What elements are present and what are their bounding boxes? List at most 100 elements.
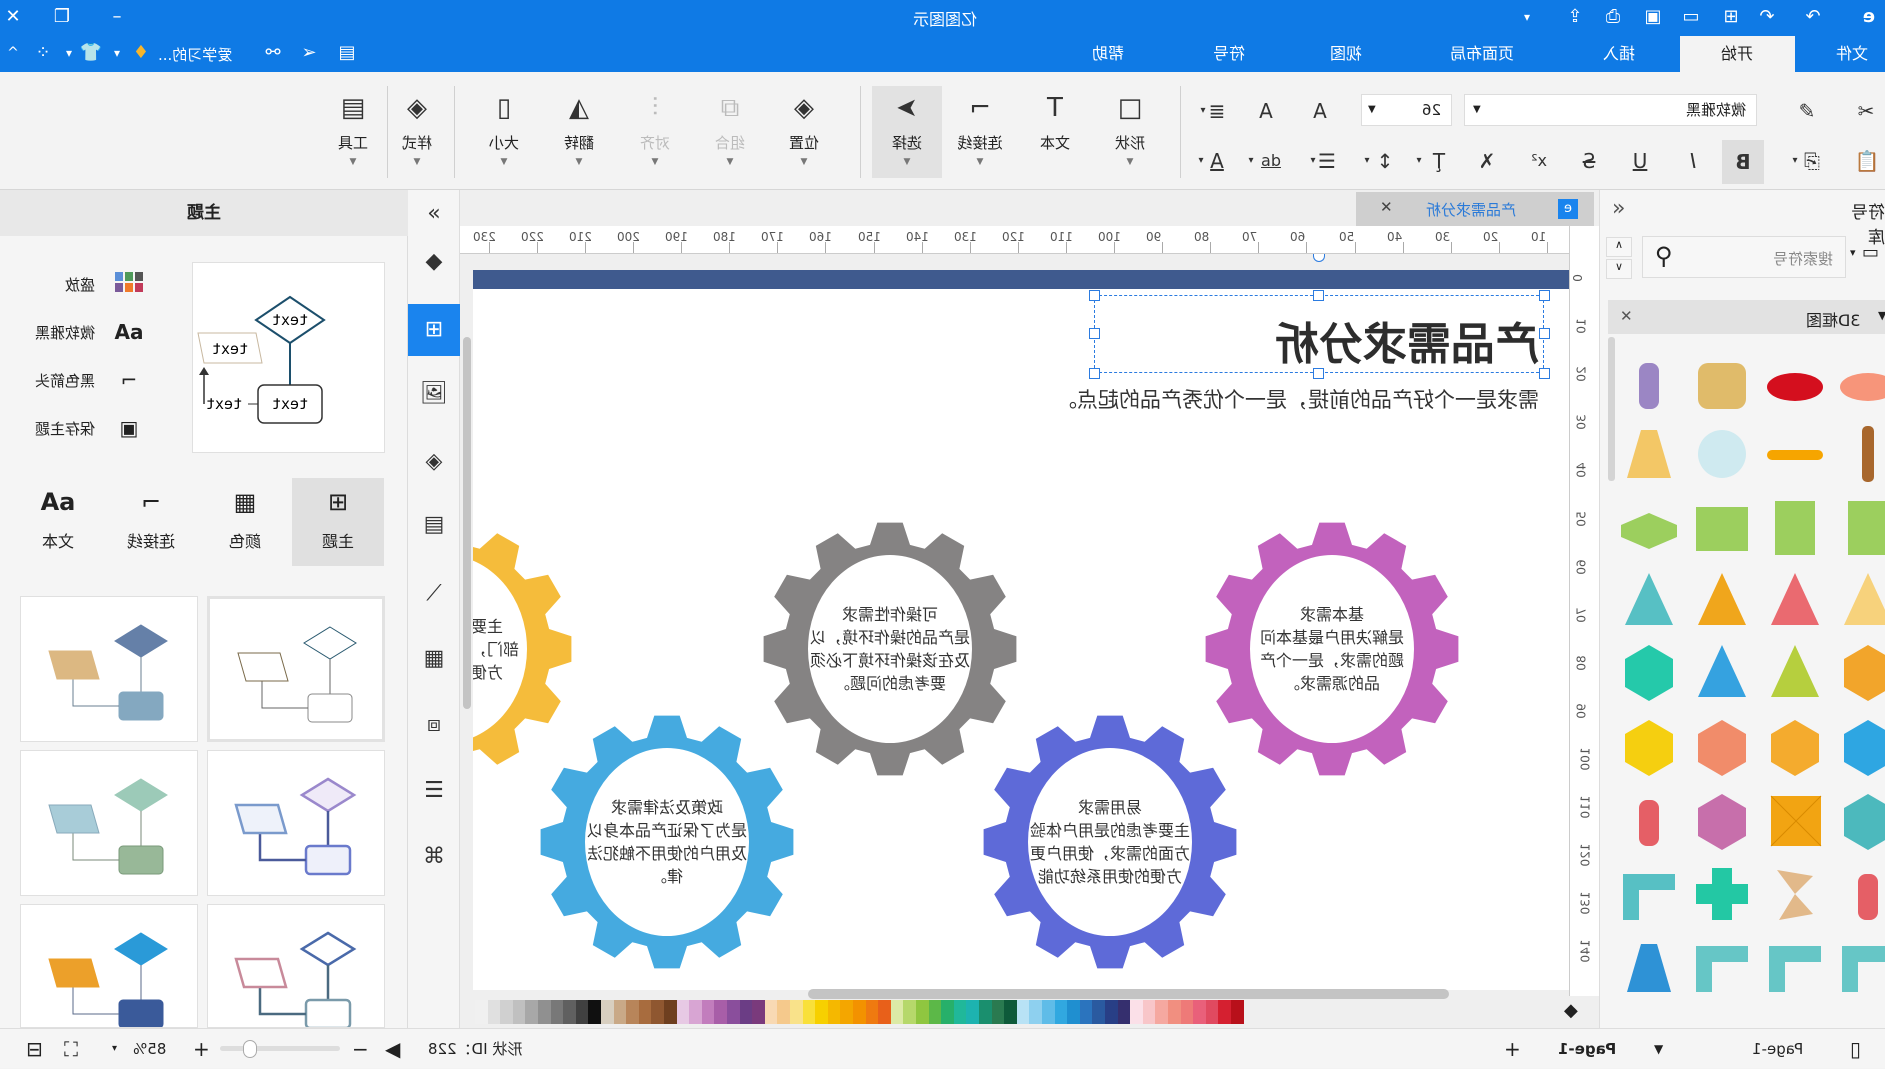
color-grid-icon[interactable] [112, 272, 146, 299]
shape-pyramid[interactable] [1619, 569, 1679, 633]
layers-icon[interactable]: ◈ [408, 438, 460, 486]
color-swatch[interactable] [1130, 1000, 1143, 1024]
underline-button[interactable]: U [1625, 146, 1655, 176]
share-icon[interactable]: ⚯ [260, 40, 286, 66]
color-swatch[interactable] [1155, 1000, 1168, 1024]
connector-button[interactable]: ⌐ 连接线 ▼ [949, 86, 1011, 178]
minimize-icon[interactable]: – [104, 4, 130, 30]
color-swatch[interactable] [475, 1000, 488, 1024]
shape-button[interactable]: □ 形状 ▼ [1099, 86, 1161, 178]
color-swatch[interactable] [777, 1000, 790, 1024]
close-tab-icon[interactable]: ✕ [1380, 198, 1393, 216]
decrease-font-icon[interactable]: A [1251, 96, 1281, 126]
tool-button[interactable]: ▤ 工具 ▼ [322, 86, 384, 178]
shape-L[interactable] [1838, 936, 1885, 1000]
italic-button[interactable]: I [1678, 146, 1708, 176]
fill-bucket-icon[interactable]: ◆ [1564, 1000, 1578, 1021]
page-dropdown-icon[interactable]: ▼ [1654, 1029, 1663, 1069]
gear-shape-policy[interactable]: 政策及法律需求 是为了保证产品本身以 及用户的使用不触犯法 律。 [537, 712, 797, 972]
image-icon[interactable]: 🖼 [408, 370, 460, 418]
shape-L[interactable] [1765, 936, 1825, 1000]
shape-square[interactable] [1765, 790, 1825, 854]
shape-pyramid[interactable] [1765, 641, 1825, 705]
color-swatch[interactable] [727, 1000, 740, 1024]
strikethrough-button[interactable]: S [1574, 146, 1604, 176]
color-swatch[interactable] [764, 1000, 778, 1024]
paste-icon[interactable]: 📋 [1852, 146, 1882, 176]
scroll-down-button[interactable]: ∨ [1606, 259, 1632, 279]
color-swatch[interactable] [1067, 1000, 1080, 1024]
color-swatch[interactable] [953, 1000, 967, 1024]
zoom-slider[interactable] [220, 1046, 340, 1051]
shape-hex[interactable] [1765, 716, 1825, 780]
color-swatch[interactable] [613, 1000, 627, 1024]
color-swatch[interactable] [1029, 1000, 1042, 1024]
shape-disc[interactable] [1765, 353, 1825, 417]
shape-box[interactable] [1692, 497, 1752, 561]
flip-button[interactable]: ◭ 翻转 ▼ [548, 86, 610, 178]
shape-cylinder[interactable] [1619, 790, 1679, 854]
theme-option[interactable]: 黑色箭头 [35, 370, 95, 391]
page-icon[interactable]: ▤ [408, 501, 460, 549]
page-select[interactable]: Page-1 [1752, 1029, 1803, 1069]
category-header[interactable]: ✕ 3D框图 ▼ [1608, 300, 1885, 334]
color-swatch[interactable] [1231, 1000, 1244, 1024]
page-subtitle[interactable]: 需求是一个好产品的前提，是一个优秀产品的起点。 [1056, 384, 1539, 414]
redo-icon[interactable]: ↷ [1800, 4, 1826, 30]
clear-format-icon[interactable]: ✗ [1472, 146, 1502, 176]
color-swatch[interactable] [827, 1000, 841, 1024]
color-swatch[interactable] [1205, 1000, 1219, 1024]
search-input[interactable]: ⚲ 搜索符号 [1642, 236, 1846, 278]
user-name[interactable]: 爱学习的... [158, 44, 232, 65]
color-swatch[interactable] [638, 1000, 652, 1024]
style-button[interactable]: ◈ 样式 ▼ [386, 86, 448, 178]
shape-hex[interactable] [1692, 716, 1752, 780]
color-swatch[interactable] [878, 1000, 891, 1024]
line-spacing-icon[interactable]: ↕ [1370, 146, 1400, 176]
shape-cross[interactable] [1692, 864, 1752, 928]
color-swatch[interactable] [550, 1000, 564, 1024]
collapse-panel-icon[interactable]: « [408, 190, 460, 238]
play-icon[interactable]: ◀ [385, 1029, 400, 1069]
zoom-slider-thumb[interactable] [243, 1040, 257, 1058]
position-button[interactable]: ◈ 位置 ▼ [773, 86, 835, 178]
color-swatch[interactable] [903, 1000, 916, 1024]
zoom-dropdown-icon[interactable]: ▾ [112, 1029, 117, 1069]
color-swatch[interactable] [601, 1000, 614, 1024]
tab-view[interactable]: 视图 [1296, 36, 1396, 72]
color-swatch[interactable] [890, 1000, 904, 1024]
color-swatch[interactable] [676, 1000, 690, 1024]
theme-thumbnail[interactable] [207, 750, 385, 896]
color-swatch[interactable] [1180, 1000, 1194, 1024]
color-swatch[interactable] [916, 1000, 929, 1024]
color-swatch[interactable] [752, 1000, 765, 1024]
list-icon[interactable]: ☰ [1312, 146, 1342, 176]
expand-panel-icon[interactable]: » [1612, 196, 1625, 221]
shape-rod[interactable] [1765, 422, 1825, 486]
tab-page-layout[interactable]: 页面布局 [1432, 36, 1532, 72]
color-swatch[interactable] [588, 1000, 601, 1024]
color-swatch[interactable] [928, 1000, 942, 1024]
color-swatch[interactable] [512, 1000, 526, 1024]
gear-shape-basic[interactable]: 基本需求 是解决用户最基本问 题的需求，是一个产 品的源需求。 [1202, 519, 1462, 779]
color-swatch[interactable] [853, 1000, 866, 1024]
color-swatch[interactable] [865, 1000, 879, 1024]
color-swatch[interactable] [840, 1000, 853, 1024]
color-swatch[interactable] [664, 1000, 677, 1024]
rotate-handle[interactable] [1313, 254, 1325, 262]
fullscreen-icon[interactable]: ⛶ [64, 1029, 78, 1069]
tab-file[interactable]: 文件 [1820, 36, 1885, 72]
page-tab[interactable]: Page-1 [1558, 1029, 1616, 1069]
color-swatch[interactable] [714, 1000, 727, 1024]
shape-pyramid[interactable] [1692, 569, 1752, 633]
theme-option[interactable]: 微软雅黑 [35, 322, 95, 343]
send-icon[interactable]: ➢ [296, 40, 322, 66]
align-button[interactable]: ⫶ 对齐 ▼ [624, 86, 686, 178]
shape-hex[interactable] [1619, 716, 1679, 780]
select-button[interactable]: ➤ 选择 ▼ [872, 86, 942, 178]
color-swatch[interactable] [563, 1000, 576, 1024]
theme-option[interactable]: 保存主题 [35, 418, 95, 439]
highlight-icon[interactable]: ab [1256, 146, 1286, 176]
color-swatch[interactable] [651, 1000, 664, 1024]
color-swatch[interactable] [941, 1000, 954, 1024]
